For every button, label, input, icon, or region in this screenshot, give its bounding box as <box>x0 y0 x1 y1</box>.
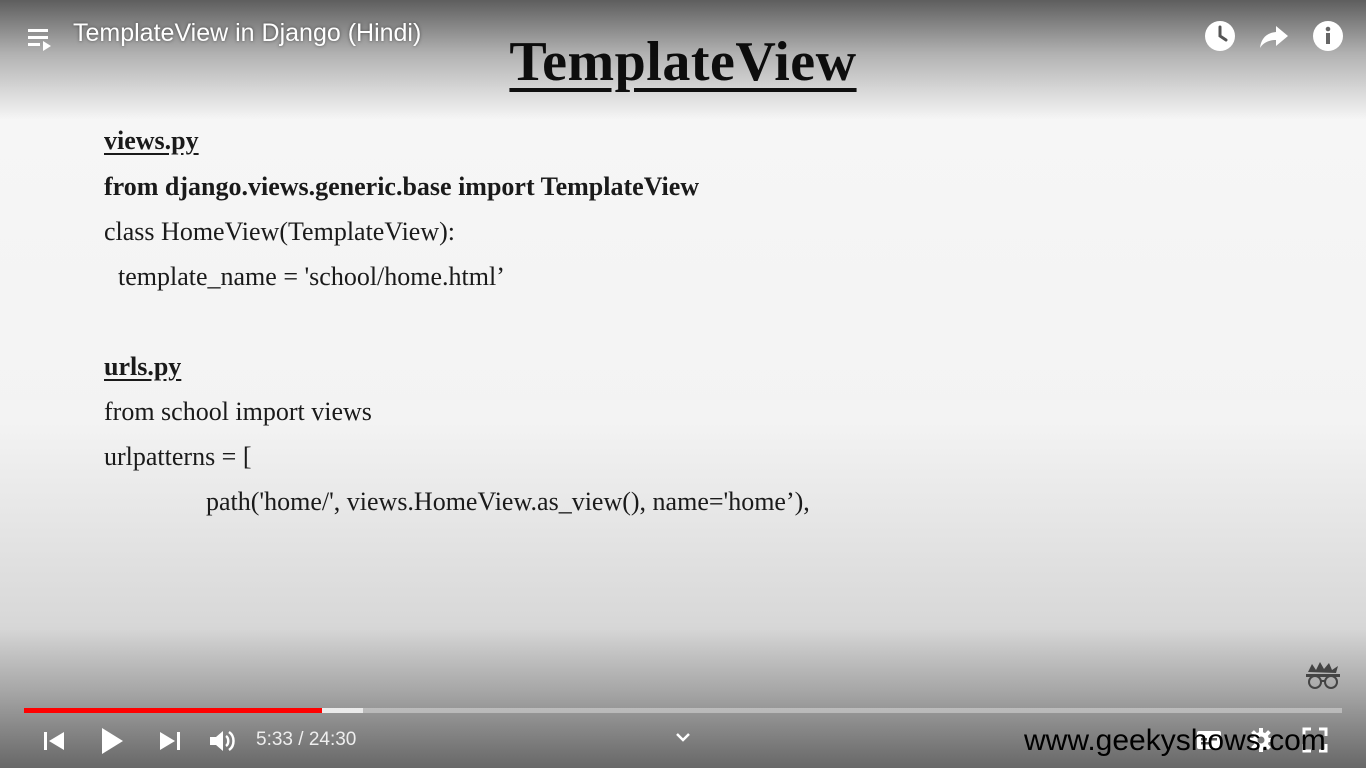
time-display: 5:33 / 24:30 <box>256 729 357 750</box>
video-frame[interactable]: TemplateView views.py from django.views.… <box>0 0 1366 768</box>
urls-heading: urls.py <box>104 352 182 381</box>
code-line: from django.views.generic.base import Te… <box>104 172 700 201</box>
code-line: class HomeView(TemplateView): <box>104 217 455 246</box>
website-watermark: www.geekyshows.com <box>1024 724 1326 757</box>
share-icon[interactable] <box>1258 20 1290 52</box>
chevron-down-icon[interactable] <box>675 730 691 744</box>
code-line: urlpatterns = [ <box>104 442 252 471</box>
geekyshows-logo-icon <box>1306 662 1340 689</box>
info-icon[interactable] <box>1312 20 1344 52</box>
clock-icon[interactable] <box>1204 20 1236 52</box>
code-line: path('home/', views.HomeView.as_view(), … <box>206 487 810 516</box>
playlist-icon[interactable] <box>26 24 56 54</box>
code-line: template_name = 'school/home.html’ <box>118 262 505 291</box>
play-icon[interactable] <box>98 726 126 756</box>
next-icon[interactable] <box>158 729 182 753</box>
previous-icon[interactable] <box>42 729 66 753</box>
video-player[interactable]: TemplateView views.py from django.views.… <box>0 0 1366 768</box>
volume-icon[interactable] <box>208 727 236 755</box>
views-heading: views.py <box>104 126 199 155</box>
played-bar <box>24 708 323 713</box>
code-line: from school import views <box>104 397 372 426</box>
progress-bar[interactable] <box>24 708 1342 713</box>
video-title[interactable]: TemplateView in Django (Hindi) <box>73 19 421 48</box>
